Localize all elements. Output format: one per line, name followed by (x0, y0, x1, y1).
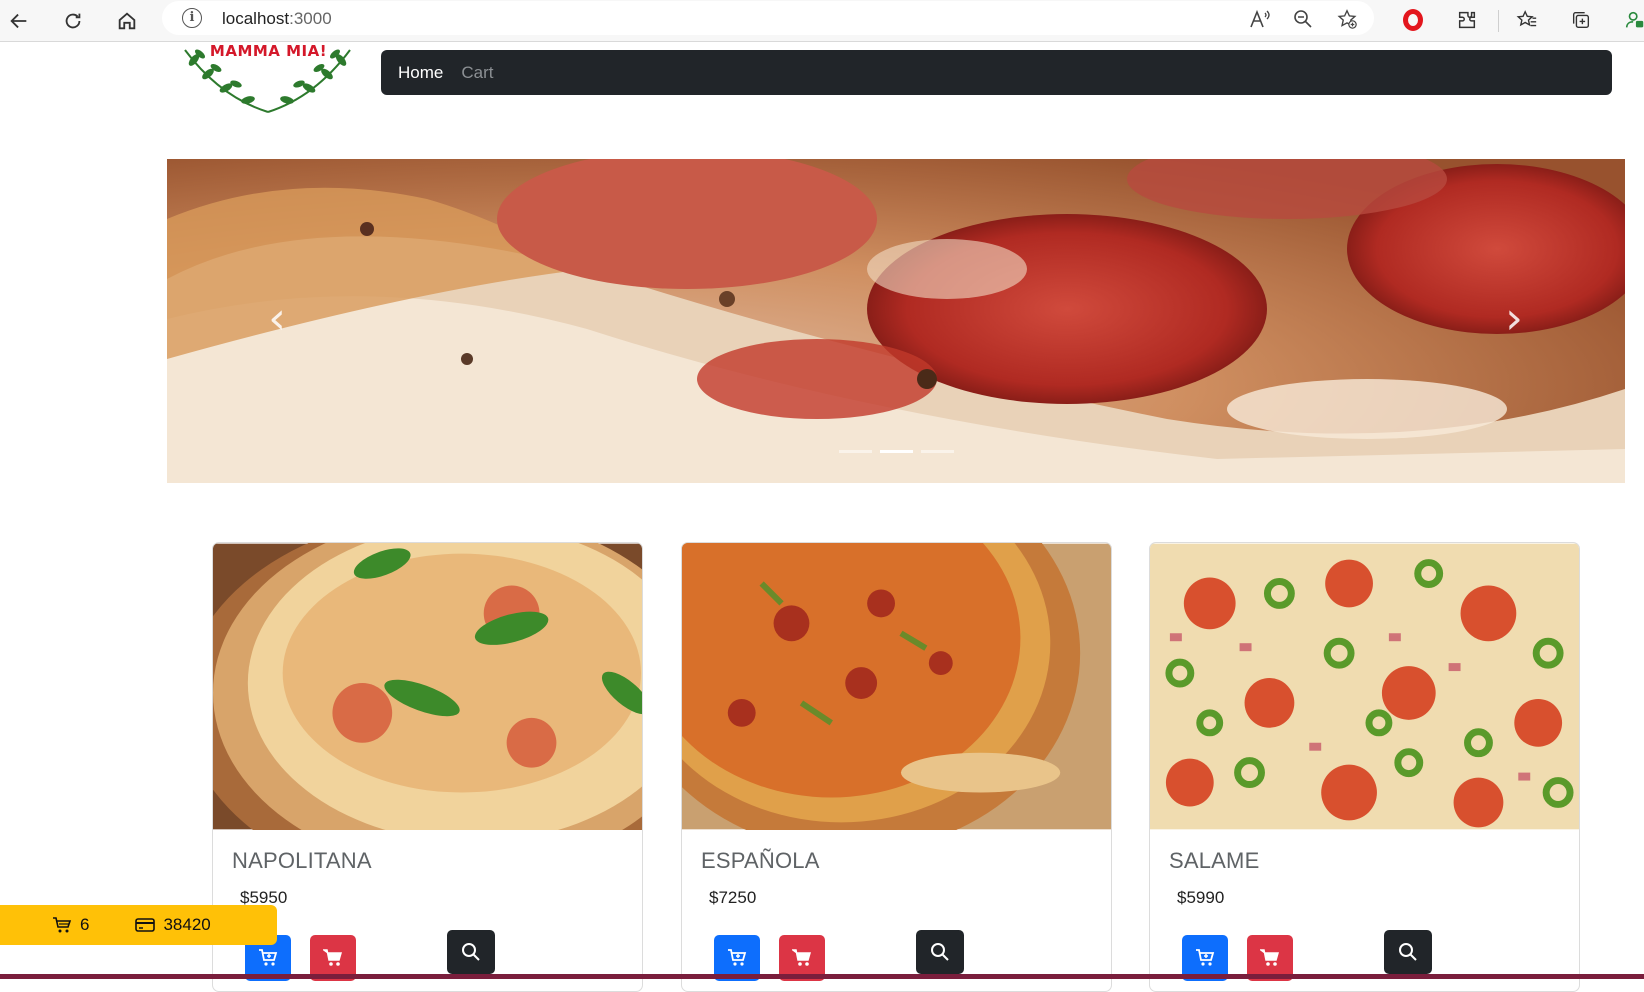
view-details-button[interactable] (447, 930, 495, 974)
brand-logo[interactable]: MAMMA MIA! (180, 42, 355, 117)
carousel-indicator-1[interactable] (839, 450, 872, 453)
collections-icon[interactable] (1566, 5, 1596, 35)
cart-count: 6 (80, 915, 90, 934)
cart-fill-icon (1260, 949, 1279, 966)
profile-icon[interactable] (1620, 5, 1644, 35)
read-aloud-icon[interactable] (1247, 6, 1273, 32)
opera-icon[interactable] (1398, 5, 1428, 35)
logo-text: MAMMA MIA! (209, 42, 328, 60)
search-icon (1399, 943, 1417, 961)
carousel-next-icon[interactable]: › (1494, 297, 1534, 341)
view-details-button[interactable] (1384, 930, 1432, 974)
nav-link-home[interactable]: Home (398, 63, 443, 83)
product-name: SALAME (1169, 848, 1260, 873)
cart-total: 38420 (163, 915, 211, 934)
extensions-icon[interactable] (1452, 5, 1482, 35)
cart-plus-icon (728, 949, 747, 966)
cart-icon (53, 917, 72, 933)
main-navbar: Home Cart (381, 50, 1612, 95)
cart-total-item: 38420 (135, 915, 211, 935)
view-details-button[interactable] (916, 930, 964, 974)
product-image-espanola (682, 543, 1111, 830)
product-image-napolitana (213, 543, 642, 830)
cart-summary-bar[interactable]: 6 38420 (0, 905, 277, 945)
credit-card-icon (135, 918, 156, 932)
product-price: $5990 (1177, 888, 1225, 907)
cart-fill-icon (323, 949, 342, 966)
carousel-pizza-image (167, 159, 1625, 483)
carousel-indicator-2[interactable] (880, 450, 913, 453)
browser-toolbar: i localhost:3000 (0, 0, 1644, 42)
zoom-out-icon[interactable] (1290, 6, 1316, 32)
cart-plus-icon (1196, 949, 1215, 966)
product-name: NAPOLITANA (232, 848, 372, 873)
home-icon[interactable] (112, 6, 142, 36)
search-icon (931, 943, 949, 961)
product-name: ESPAÑOLA (701, 848, 820, 873)
product-image-salame (1150, 543, 1579, 830)
toolbar-divider (1498, 10, 1499, 32)
favorites-icon[interactable] (1512, 5, 1542, 35)
address-bar[interactable]: i localhost:3000 (162, 1, 1374, 35)
cart-plus-icon (259, 949, 278, 966)
product-card-salame: SALAME $5990 (1149, 542, 1580, 992)
nav-link-cart[interactable]: Cart (461, 63, 493, 83)
reload-icon[interactable] (58, 6, 88, 36)
search-icon (462, 943, 480, 961)
hero-carousel[interactable]: ‹ › (167, 159, 1625, 483)
page-bottom-border (0, 974, 1644, 979)
cart-count-item: 6 (52, 915, 89, 935)
url-text[interactable]: localhost:3000 (222, 9, 332, 29)
product-card-espanola: ESPAÑOLA $7250 (681, 542, 1112, 992)
site-info-icon[interactable]: i (182, 8, 202, 28)
back-icon[interactable] (4, 6, 34, 36)
carousel-prev-icon[interactable]: ‹ (257, 297, 297, 341)
add-favorite-icon[interactable] (1334, 6, 1360, 32)
cart-fill-icon (792, 949, 811, 966)
carousel-indicators (839, 450, 954, 453)
carousel-indicator-3[interactable] (921, 450, 954, 453)
product-price: $7250 (709, 888, 757, 907)
